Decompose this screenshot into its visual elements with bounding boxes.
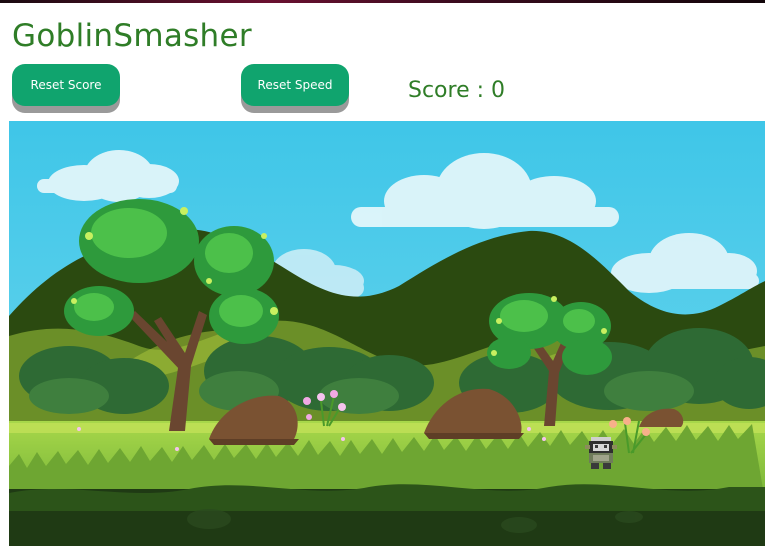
game-canvas[interactable] xyxy=(9,121,765,546)
reset-score-button[interactable]: Reset Score xyxy=(12,64,120,106)
top-accent-bar xyxy=(0,0,765,3)
reset-speed-button[interactable]: Reset Speed xyxy=(241,64,349,106)
score-display: Score : 0 xyxy=(408,78,506,103)
page-title: GoblinSmasher xyxy=(12,18,252,54)
